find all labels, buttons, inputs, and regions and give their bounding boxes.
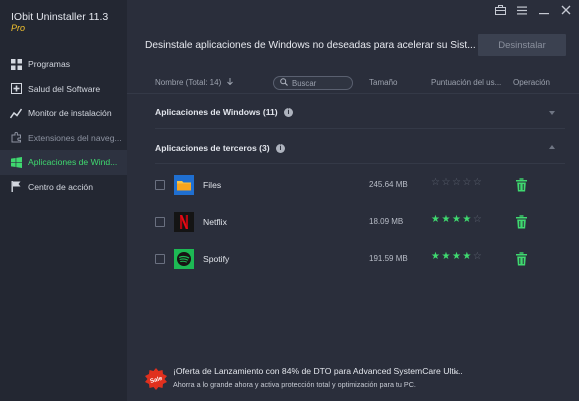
main-panel: Desinstale aplicaciones de Windows no de… (127, 0, 579, 401)
section-third-party-apps[interactable]: Aplicaciones de terceros (3) i (127, 139, 579, 159)
sidebar: IObit Uninstaller 11.3 Pro Programas Sal… (0, 0, 127, 401)
sidebar-item-salud-software[interactable]: Salud del Software (0, 77, 127, 102)
star-icon: ☆ (462, 177, 472, 188)
row-checkbox[interactable] (155, 254, 165, 264)
close-icon[interactable] (559, 4, 573, 16)
app-name: Netflix (203, 217, 227, 227)
star-icon: ★ (441, 251, 451, 262)
star-icon: ★ (451, 214, 461, 225)
trash-icon[interactable] (515, 215, 528, 229)
row-checkbox[interactable] (155, 180, 165, 190)
puzzle-icon (10, 132, 22, 144)
sidebar-item-monitor[interactable]: Monitor de instalación (0, 101, 127, 126)
sidebar-item-label: Aplicaciones de Wind... (28, 157, 118, 168)
section-windows-apps[interactable]: Aplicaciones de Windows (11) i (127, 103, 579, 123)
info-icon[interactable]: i (284, 108, 293, 117)
expand-caret-icon[interactable] (549, 111, 555, 115)
app-size: 245.64 MB (369, 180, 408, 189)
collapse-caret-icon[interactable] (549, 145, 555, 149)
star-icon: ☆ (472, 214, 482, 225)
app-edition: Pro (11, 23, 26, 33)
section-title: Aplicaciones de Windows (11) (155, 107, 278, 117)
sort-arrow-icon (227, 78, 234, 87)
table-row[interactable]: Netflix 18.09 MB ★ ★ ★ ★ ☆ (127, 210, 579, 234)
section-title: Aplicaciones de terceros (3) (155, 143, 270, 153)
column-header-rating[interactable]: Puntuación del us... (431, 78, 501, 87)
sidebar-item-aplicaciones-windows[interactable]: Aplicaciones de Wind... (0, 150, 127, 175)
windows-logo-icon (10, 156, 22, 168)
table-header: Nombre (Total: 14) Tamaño Puntuación del… (127, 72, 579, 94)
star-icon: ★ (462, 214, 472, 225)
netflix-logo-icon (174, 212, 194, 232)
promo-title: ¡Oferta de Lanzamiento con 84% de DTO pa… (173, 366, 463, 376)
app-name: Spotify (203, 254, 230, 264)
column-header-size[interactable]: Tamaño (369, 78, 397, 87)
promo-close-icon[interactable]: × (454, 367, 459, 377)
sidebar-item-label: Centro de acción (28, 181, 93, 192)
star-icon: ☆ (451, 177, 461, 188)
spotify-logo-icon (174, 249, 194, 269)
sale-badge-icon: Sale (145, 368, 167, 390)
sidebar-item-label: Extensiones del naveg... (28, 132, 122, 143)
promo-banner[interactable]: Sale ¡Oferta de Lanzamiento con 84% de D… (127, 358, 579, 401)
flag-icon (10, 181, 22, 193)
minimize-icon[interactable] (537, 4, 551, 16)
star-icon: ☆ (431, 177, 440, 188)
uninstall-button[interactable]: Desinstalar (478, 34, 566, 56)
sidebar-item-label: Programas (28, 59, 71, 70)
trash-icon[interactable] (515, 252, 528, 266)
app-name: Files (203, 180, 222, 190)
sidebar-nav: Programas Salud del Software Monitor de … (0, 52, 127, 199)
sidebar-item-centro-accion[interactable]: Centro de acción (0, 175, 127, 200)
star-icon: ★ (431, 214, 440, 225)
star-icon: ★ (462, 251, 472, 262)
star-icon: ☆ (472, 251, 482, 262)
search-box (273, 76, 353, 90)
star-rating: ★ ★ ★ ★ ☆ (431, 215, 482, 225)
star-icon: ☆ (441, 177, 451, 188)
app-size: 191.59 MB (369, 254, 408, 263)
files-folder-icon (174, 175, 194, 195)
column-header-operation: Operación (513, 78, 550, 87)
column-header-name[interactable]: Nombre (Total: 14) (155, 78, 234, 87)
toolbox-icon[interactable] (493, 4, 507, 16)
row-checkbox[interactable] (155, 217, 165, 227)
star-rating: ☆ ☆ ☆ ☆ ☆ (431, 178, 482, 188)
column-header-name-label: Nombre (Total: 14) (155, 78, 222, 87)
sidebar-item-label: Monitor de instalación (28, 108, 112, 119)
menu-icon[interactable] (515, 4, 529, 16)
grid-icon (10, 58, 22, 70)
star-icon: ☆ (472, 177, 482, 188)
page-headline: Desinstale aplicaciones de Windows no de… (145, 40, 476, 51)
info-icon[interactable]: i (276, 144, 285, 153)
sidebar-item-programas[interactable]: Programas (0, 52, 127, 77)
sidebar-item-label: Salud del Software (28, 83, 101, 94)
divider (155, 163, 565, 164)
app-size: 18.09 MB (369, 217, 404, 226)
line-chart-icon (10, 107, 22, 119)
table-row[interactable]: Spotify 191.59 MB ★ ★ ★ ★ ☆ (127, 247, 579, 271)
promo-subtitle: Ahorra a lo grande ahora y activa protec… (173, 380, 416, 389)
star-rating: ★ ★ ★ ★ ☆ (431, 252, 482, 262)
divider (155, 128, 565, 129)
trash-icon[interactable] (515, 178, 528, 192)
star-icon: ★ (451, 251, 461, 262)
app-title: IObit Uninstaller 11.3 (11, 11, 109, 23)
health-plus-icon (10, 83, 22, 95)
table-row[interactable]: Files 245.64 MB ☆ ☆ ☆ ☆ ☆ (127, 173, 579, 197)
window-controls (493, 4, 573, 16)
search-icon (280, 78, 288, 88)
star-icon: ★ (431, 251, 440, 262)
sidebar-item-extensiones[interactable]: Extensiones del naveg... (0, 126, 127, 151)
search-input[interactable] (292, 78, 352, 88)
star-icon: ★ (441, 214, 451, 225)
